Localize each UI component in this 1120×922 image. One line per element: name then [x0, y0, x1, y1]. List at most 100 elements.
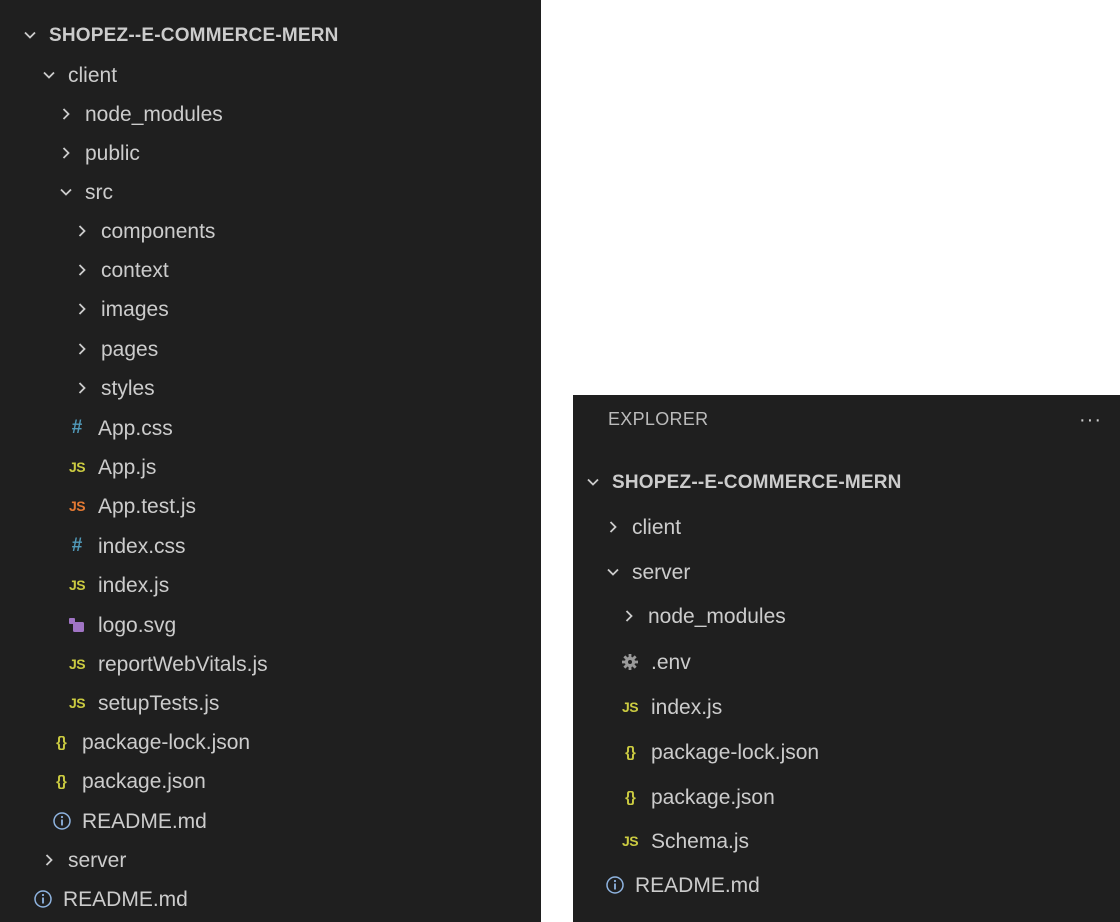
chevron-down-icon — [39, 65, 59, 85]
chevron-right-icon — [72, 339, 92, 359]
file-label: package-lock.json — [651, 740, 820, 764]
tree-folder-public[interactable]: public — [0, 134, 541, 172]
tree-file-package-lock[interactable]: {} package-lock.json — [573, 733, 1120, 771]
tree-folder-styles[interactable]: styles — [0, 369, 541, 407]
file-label: App.css — [98, 416, 173, 440]
tree-folder-pages[interactable]: pages — [0, 330, 541, 368]
folder-label: node_modules — [648, 604, 786, 628]
file-label: setupTests.js — [98, 691, 220, 715]
file-label: App.test.js — [98, 494, 197, 518]
folder-label: server — [68, 848, 127, 872]
folder-label: context — [101, 258, 169, 282]
folder-label: server — [632, 560, 691, 584]
chevron-right-icon — [72, 221, 92, 241]
js-file-icon: JS — [68, 656, 86, 672]
folder-label: client — [68, 63, 118, 87]
json-file-icon: {} — [56, 772, 67, 790]
json-file-icon: {} — [625, 743, 636, 761]
tree-root-folder[interactable]: SHOPEZ--E-COMMERCE-MERN — [573, 463, 1120, 501]
file-label: README.md — [635, 873, 760, 897]
json-file-icon: {} — [56, 733, 67, 751]
chevron-right-icon — [619, 606, 639, 626]
gear-icon — [619, 651, 641, 673]
file-label: package.json — [82, 769, 206, 793]
file-label: logo.svg — [98, 613, 177, 637]
tree-folder-node-modules[interactable]: node_modules — [573, 597, 1120, 635]
tree-folder-context[interactable]: context — [0, 251, 541, 289]
tree-file-setup-tests[interactable]: JS setupTests.js — [0, 684, 541, 722]
info-icon — [605, 874, 625, 896]
info-icon — [52, 810, 72, 832]
tree-folder-client[interactable]: client — [0, 56, 541, 94]
tree-root-folder[interactable]: SHOPEZ--E-COMMERCE-MERN — [0, 16, 541, 54]
tree-file-env[interactable]: .env — [573, 643, 1120, 681]
js-file-icon: JS — [68, 459, 86, 475]
tree-folder-server[interactable]: server — [573, 553, 1120, 591]
tree-file-index-css[interactable]: # index.css — [0, 527, 541, 565]
css-file-icon: # — [71, 417, 83, 438]
root-folder-label: SHOPEZ--E-COMMERCE-MERN — [49, 24, 339, 46]
chevron-down-icon — [603, 562, 623, 582]
more-actions-icon[interactable]: ··· — [1079, 409, 1102, 432]
js-file-icon: JS — [621, 699, 639, 715]
tree-file-readme[interactable]: README.md — [573, 866, 1120, 904]
explorer-panel-left: SHOPEZ--E-COMMERCE-MERN client node_modu… — [0, 0, 541, 922]
chevron-down-icon — [56, 182, 76, 202]
tree-folder-images[interactable]: images — [0, 290, 541, 328]
root-folder-label: SHOPEZ--E-COMMERCE-MERN — [612, 471, 902, 493]
chevron-right-icon — [72, 299, 92, 319]
file-label: README.md — [63, 887, 188, 911]
folder-label: components — [101, 219, 216, 243]
folder-label: public — [85, 141, 140, 165]
folder-label: images — [101, 297, 169, 321]
info-icon — [33, 888, 53, 910]
file-label: package-lock.json — [82, 730, 251, 754]
css-file-icon: # — [71, 535, 83, 556]
tree-file-index-js[interactable]: JS index.js — [0, 566, 541, 604]
tree-folder-components[interactable]: components — [0, 212, 541, 250]
file-label: index.css — [98, 534, 186, 558]
tree-file-report-web-vitals[interactable]: JS reportWebVitals.js — [0, 645, 541, 683]
js-file-icon: JS — [68, 695, 86, 711]
tree-file-package-lock[interactable]: {} package-lock.json — [0, 723, 541, 761]
folder-label: styles — [101, 376, 155, 400]
file-label: index.js — [651, 695, 723, 719]
explorer-panel-right: EXPLORER ··· SHOPEZ--E-COMMERCE-MERN cli… — [573, 395, 1120, 922]
tree-file-readme[interactable]: README.md — [0, 802, 541, 840]
tree-folder-node-modules[interactable]: node_modules — [0, 95, 541, 133]
js-test-file-icon: JS — [68, 498, 86, 514]
js-file-icon: JS — [621, 833, 639, 849]
explorer-title: EXPLORER — [608, 409, 709, 429]
file-label: README.md — [82, 809, 207, 833]
folder-label: client — [632, 515, 682, 539]
tree-file-package-json[interactable]: {} package.json — [0, 762, 541, 800]
folder-label: node_modules — [85, 102, 223, 126]
file-label: package.json — [651, 785, 775, 809]
tree-file-app-css[interactable]: # App.css — [0, 409, 541, 447]
folder-label: pages — [101, 337, 159, 361]
tree-file-app-test-js[interactable]: JS App.test.js — [0, 487, 541, 525]
tree-file-app-js[interactable]: JS App.js — [0, 448, 541, 486]
file-label: App.js — [98, 455, 157, 479]
tree-folder-client[interactable]: client — [573, 508, 1120, 546]
js-file-icon: JS — [68, 577, 86, 593]
folder-label: src — [85, 180, 113, 204]
chevron-down-icon — [583, 472, 603, 492]
chevron-down-icon — [20, 25, 40, 45]
file-label: .env — [651, 650, 691, 674]
file-label: index.js — [98, 573, 170, 597]
chevron-right-icon — [72, 260, 92, 280]
file-label: reportWebVitals.js — [98, 652, 268, 676]
file-label: Schema.js — [651, 829, 750, 853]
tree-file-readme-root[interactable]: README.md — [0, 880, 541, 918]
chevron-right-icon — [603, 517, 623, 537]
tree-folder-src[interactable]: src — [0, 173, 541, 211]
chevron-right-icon — [56, 143, 76, 163]
tree-file-package-json[interactable]: {} package.json — [573, 778, 1120, 816]
tree-file-schema-js[interactable]: JS Schema.js — [573, 822, 1120, 860]
chevron-right-icon — [72, 378, 92, 398]
chevron-right-icon — [56, 104, 76, 124]
tree-folder-server[interactable]: server — [0, 841, 541, 879]
tree-file-logo-svg[interactable]: logo.svg — [0, 606, 541, 644]
tree-file-index-js[interactable]: JS index.js — [573, 688, 1120, 726]
